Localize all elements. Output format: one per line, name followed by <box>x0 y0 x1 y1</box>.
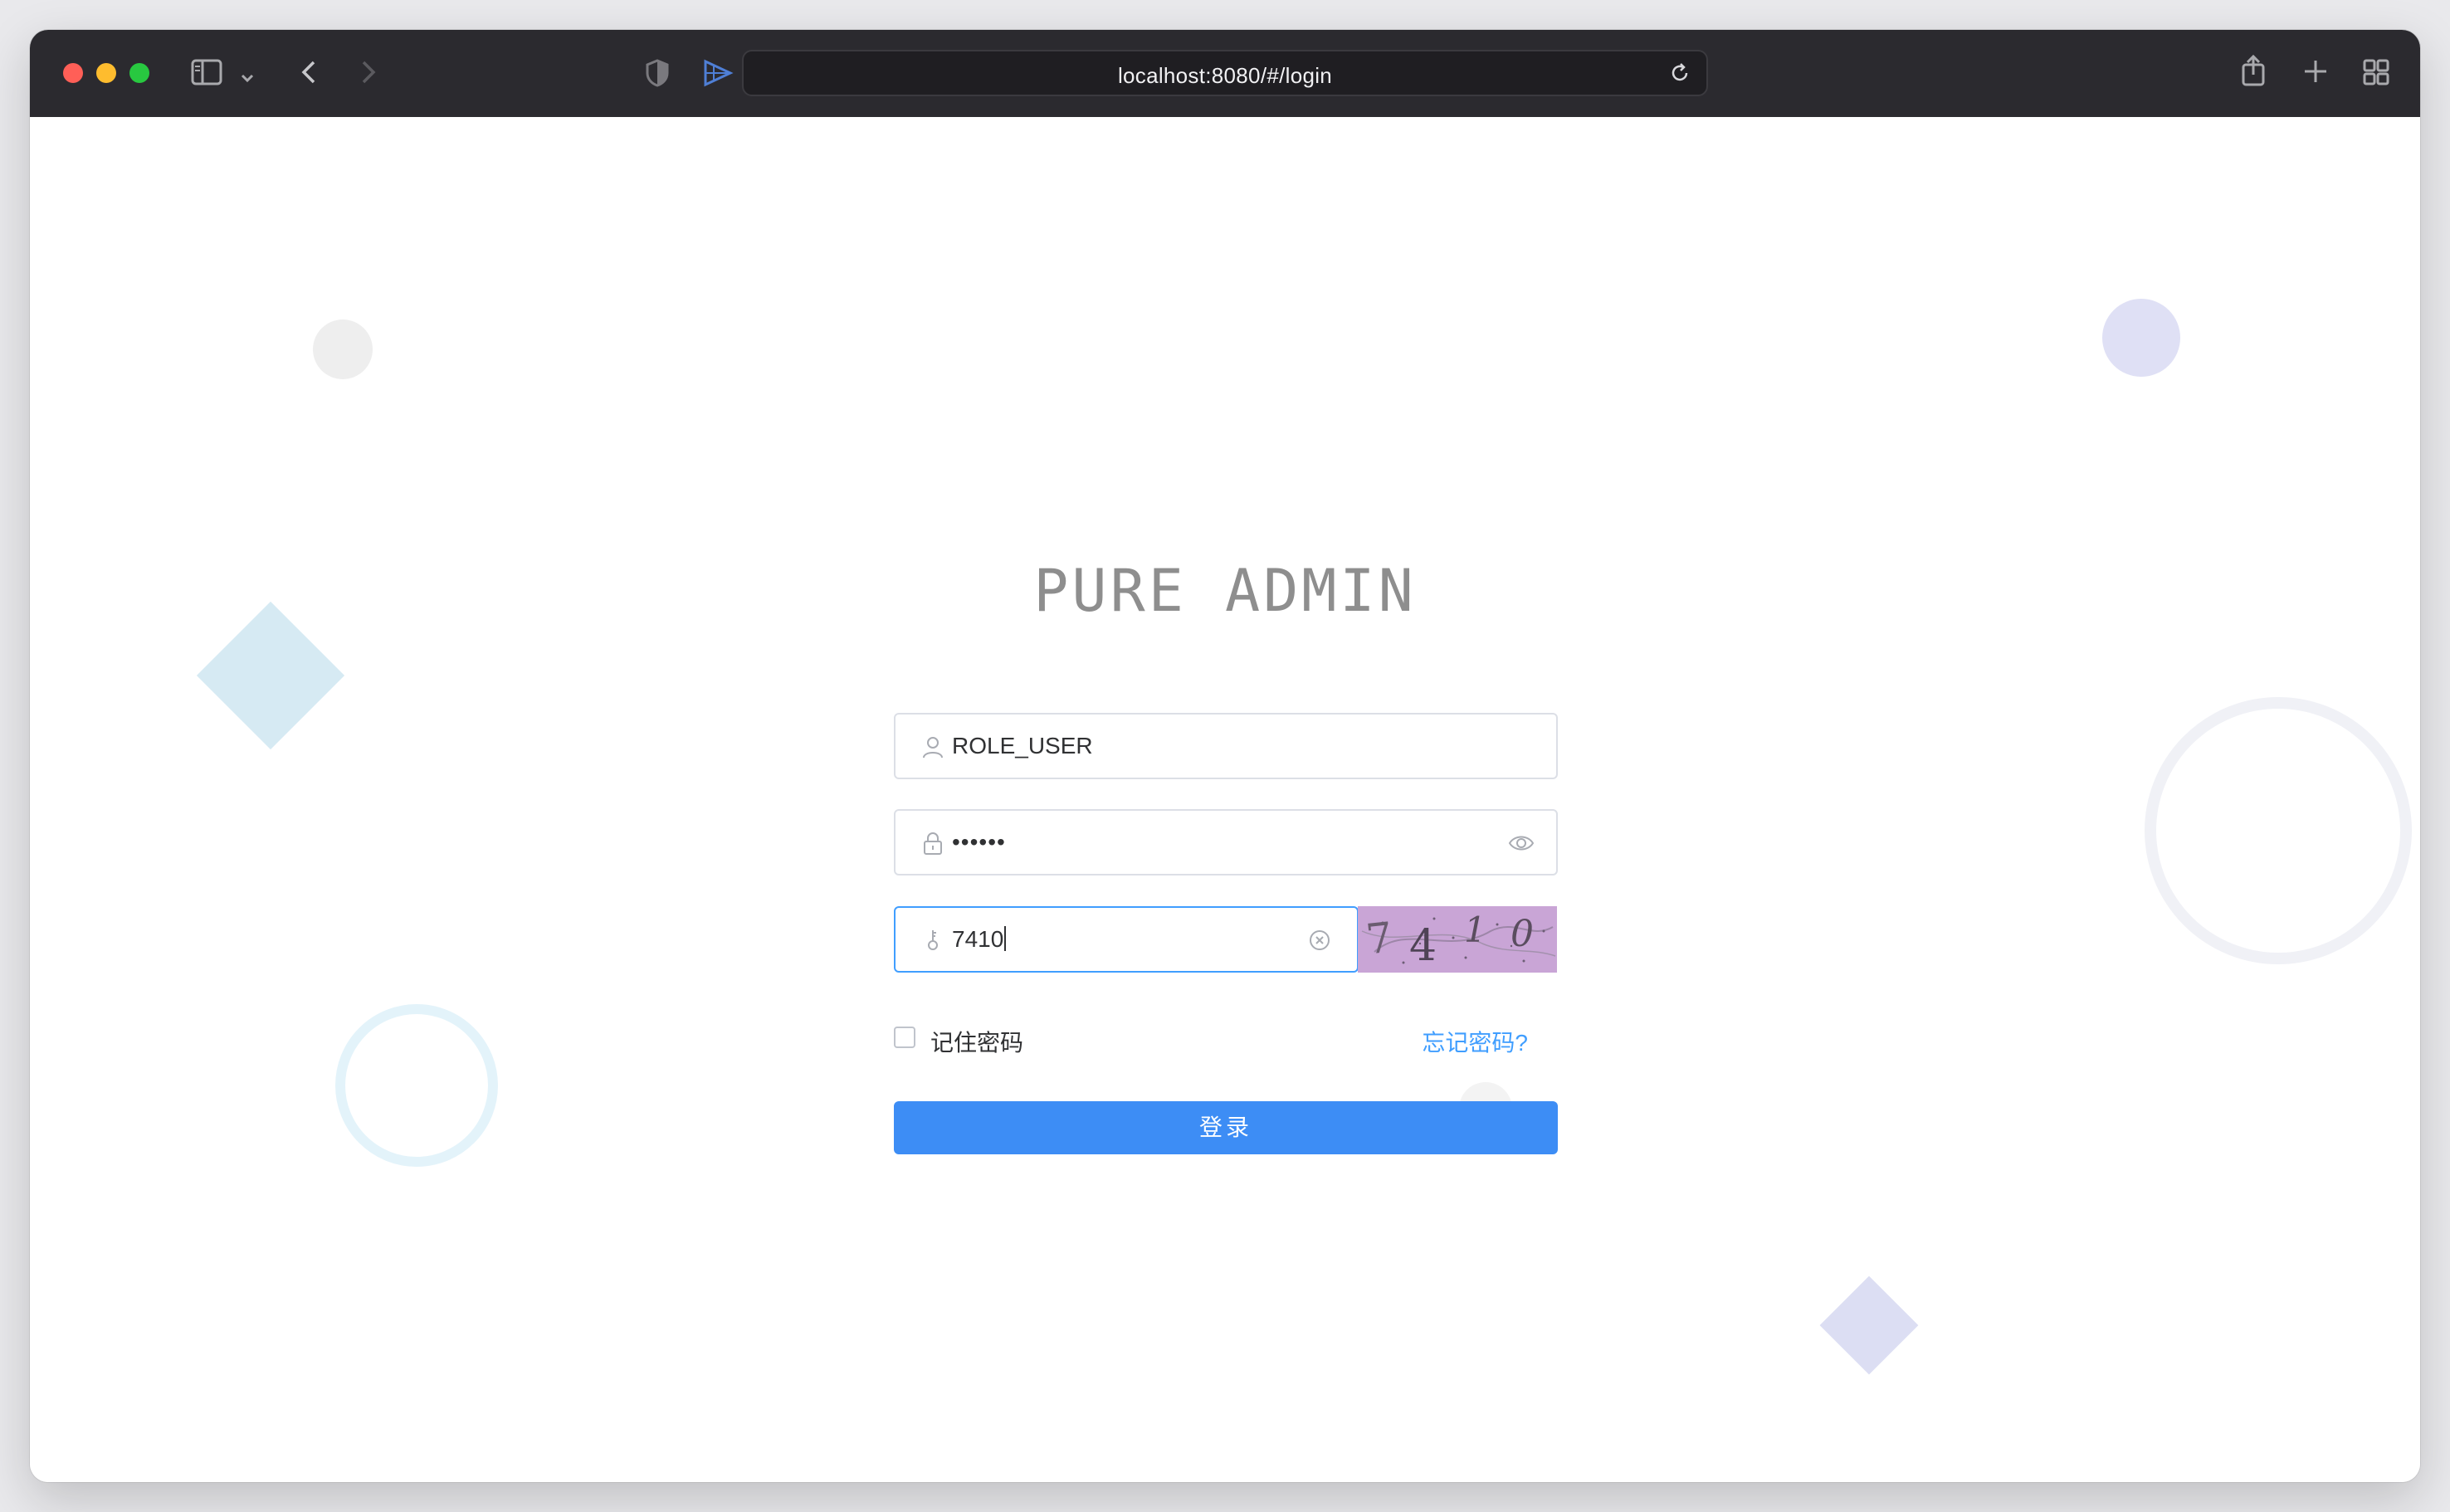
login-button[interactable]: 登录 <box>894 1101 1558 1154</box>
captcha-char-2: 4 <box>1409 921 1437 971</box>
grid-icon[interactable] <box>2362 58 2390 91</box>
maximize-window-button[interactable] <box>129 63 149 83</box>
browser-window: localhost:8080/#/login PURE ADMIN ROLE_U… <box>30 30 2420 1482</box>
verify-code-value: 7410 <box>952 926 1007 953</box>
decor-circle-lavender <box>2102 299 2180 377</box>
username-field[interactable]: ROLE_USER <box>894 713 1558 779</box>
decor-ring-gray <box>2145 697 2412 964</box>
remember-checkbox[interactable] <box>894 1027 915 1048</box>
browser-toolbar: localhost:8080/#/login <box>30 30 2420 117</box>
share-icon[interactable] <box>2239 53 2267 93</box>
close-window-button[interactable] <box>63 63 83 83</box>
captcha-char-1: 7 <box>1364 913 1395 964</box>
remember-label: 记住密码 <box>930 1030 1024 1056</box>
captcha-char-3: 1 <box>1464 910 1486 950</box>
url-text: localhost:8080/#/login <box>1117 63 1333 88</box>
page-title: PURE ADMIN <box>1033 557 1417 625</box>
login-page: PURE ADMIN ROLE_USER •••••• 7410 7 4 1 0… <box>30 117 2420 1482</box>
address-bar[interactable]: localhost:8080/#/login <box>742 50 1708 96</box>
captcha-image[interactable]: 7 4 1 0 <box>1358 906 1557 973</box>
shield-icon[interactable] <box>644 58 671 93</box>
password-value: •••••• <box>952 829 1006 855</box>
forgot-password-link[interactable]: 忘记密码? <box>1422 1025 1528 1058</box>
eye-icon[interactable] <box>1508 831 1535 856</box>
captcha-char-4: 0 <box>1511 913 1534 955</box>
decor-ring-blue <box>335 1004 498 1167</box>
password-field[interactable]: •••••• <box>894 809 1558 875</box>
decor-circle-gray <box>313 319 373 379</box>
reload-icon[interactable] <box>1668 61 1691 90</box>
username-value: ROLE_USER <box>952 733 1093 758</box>
plus-icon[interactable] <box>2302 58 2329 90</box>
chevron-down-icon[interactable] <box>239 63 256 91</box>
chevron-right-icon[interactable] <box>355 58 380 91</box>
key-icon <box>920 928 945 953</box>
lock-icon <box>920 831 945 856</box>
decor-diamond-lavender <box>1819 1275 1919 1375</box>
minimize-window-button[interactable] <box>96 63 116 83</box>
user-icon <box>920 734 945 759</box>
verify-code-field[interactable]: 7410 <box>894 906 1359 973</box>
chevron-left-icon[interactable] <box>297 58 322 91</box>
extension-icon[interactable] <box>702 58 734 93</box>
clear-icon[interactable] <box>1307 928 1332 953</box>
sidebar-icon[interactable] <box>191 58 224 91</box>
